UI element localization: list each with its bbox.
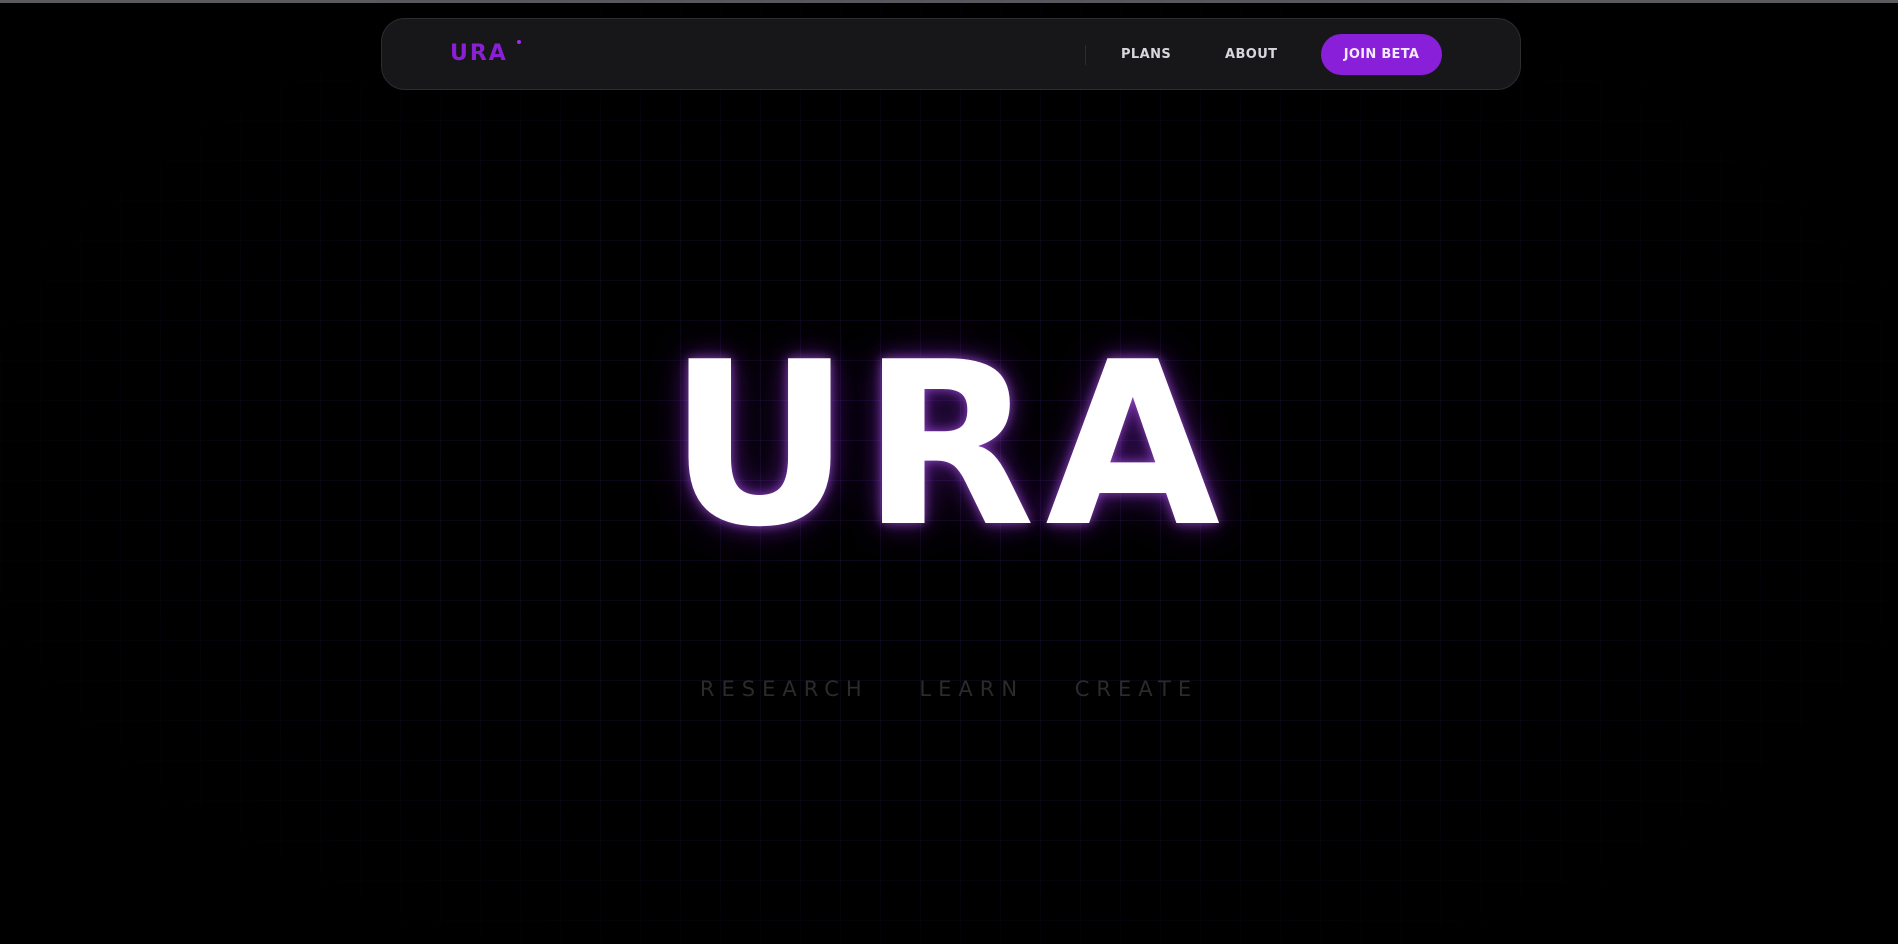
tagline-learn: LEARN: [919, 677, 1025, 701]
logo-dot-icon: [517, 40, 521, 44]
navbar: URA PLANS ABOUT JOIN BETA: [381, 18, 1521, 90]
hero-taglines: RESEARCH LEARN CREATE: [0, 676, 1898, 702]
nav-link-plans[interactable]: PLANS: [1121, 45, 1171, 65]
landing-page: URA PLANS ABOUT JOIN BETA URA RESEARCH L…: [0, 0, 1898, 944]
logo[interactable]: URA: [450, 41, 508, 67]
tagline-research: RESEARCH: [699, 677, 869, 701]
join-beta-button[interactable]: JOIN BETA: [1321, 34, 1442, 75]
hero-title: URA: [667, 314, 1231, 577]
nav-divider: [1085, 45, 1086, 65]
tagline-create: CREATE: [1074, 677, 1199, 701]
nav-link-about[interactable]: ABOUT: [1225, 45, 1277, 65]
